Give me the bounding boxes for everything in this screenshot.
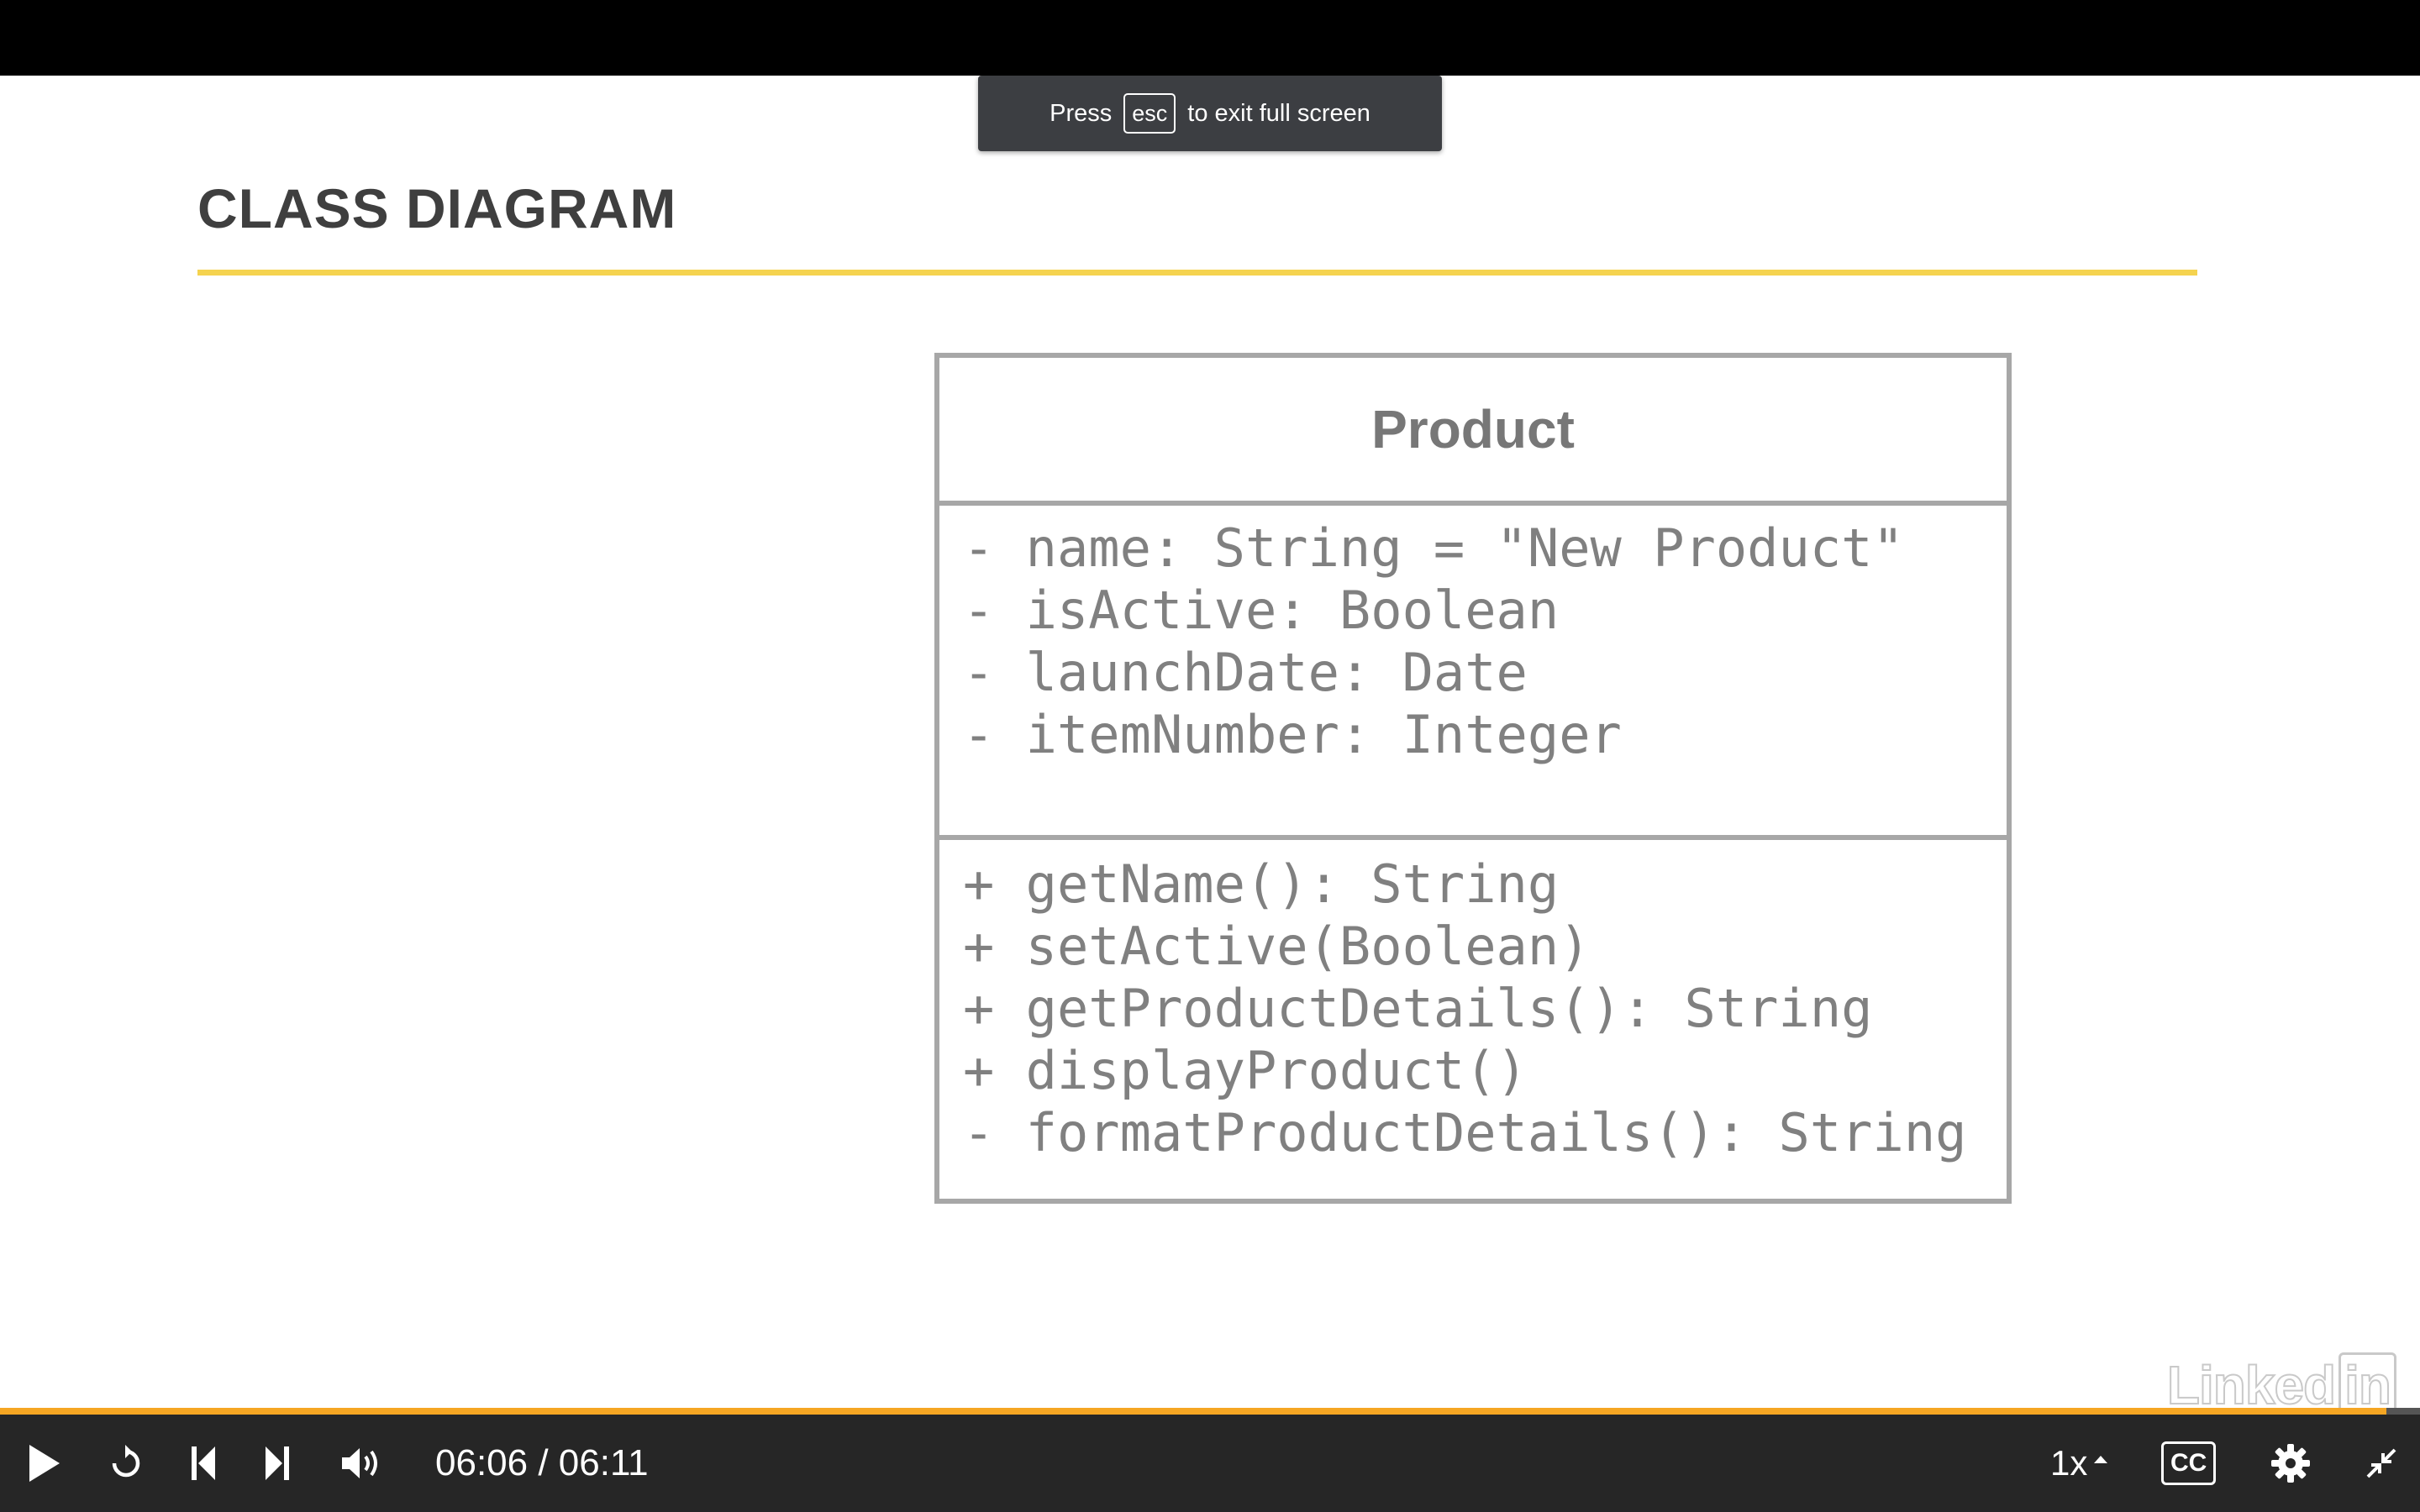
playback-speed-button[interactable]: 1x <box>2050 1415 2109 1512</box>
progress-fill <box>0 1408 2386 1415</box>
uml-divider <box>939 835 2007 840</box>
uml-attribute: - name: String = "New Product" <box>963 517 1904 579</box>
uml-divider <box>939 501 2007 506</box>
uml-attribute: - launchDate: Date <box>963 642 1528 703</box>
caret-up-icon <box>2094 1456 2108 1463</box>
play-icon <box>29 1445 60 1482</box>
uml-attribute: - isActive: Boolean <box>963 580 1560 641</box>
gear-icon <box>2271 1444 2310 1483</box>
uml-attributes: - name: String = "New Product" - isActiv… <box>963 517 1904 766</box>
play-button[interactable] <box>15 1415 72 1512</box>
toast-prefix: Press <box>1050 99 1113 127</box>
linkedin-watermark-logo: Linked in <box>2166 1352 2396 1418</box>
uml-class-name: Product <box>1371 399 1575 459</box>
replay-icon <box>112 1445 140 1478</box>
exit-fullscreen-toast: Press esc to exit full screen <box>978 76 1442 151</box>
volume-button[interactable] <box>334 1415 390 1512</box>
replay-button[interactable] <box>99 1415 153 1512</box>
uml-attribute: - itemNumber: Integer <box>963 704 1622 765</box>
slide-title: CLASS DIAGRAM <box>197 177 677 239</box>
player-control-bar: 06:06 / 06:11 1x CC <box>0 1415 2420 1512</box>
skip-back-icon <box>192 1446 215 1480</box>
esc-key: esc <box>1123 93 1176 134</box>
settings-button[interactable] <box>2265 1415 2316 1512</box>
uml-operation: + getName(): String <box>963 853 1560 915</box>
next-button[interactable] <box>254 1415 301 1512</box>
uml-operations: + getName(): String + setActive(Boolean)… <box>963 853 1966 1164</box>
top-black-bar <box>0 0 2420 76</box>
uml-operation: + setActive(Boolean) <box>963 916 1591 977</box>
progress-bar[interactable] <box>0 1408 2420 1415</box>
closed-captions-button[interactable]: CC <box>2161 1415 2217 1512</box>
uml-operation: - formatProductDetails(): String <box>963 1102 1967 1163</box>
skip-forward-icon <box>266 1446 289 1480</box>
uml-operation: + getProductDetails(): String <box>963 978 1873 1039</box>
minimize-icon <box>2366 1448 2396 1478</box>
toast-suffix: to exit full screen <box>1187 99 1370 127</box>
speed-label: 1x <box>2050 1443 2088 1483</box>
exit-fullscreen-button[interactable] <box>2358 1415 2405 1512</box>
previous-button[interactable] <box>180 1415 227 1512</box>
uml-class-box: Product - name: String = "New Product" -… <box>934 353 2012 1204</box>
time-display: 06:06 / 06:11 <box>435 1442 649 1483</box>
uml-operation: + displayProduct() <box>963 1040 1528 1101</box>
volume-icon <box>342 1448 377 1478</box>
cc-label: CC <box>2161 1441 2217 1485</box>
title-underline <box>197 270 2197 276</box>
